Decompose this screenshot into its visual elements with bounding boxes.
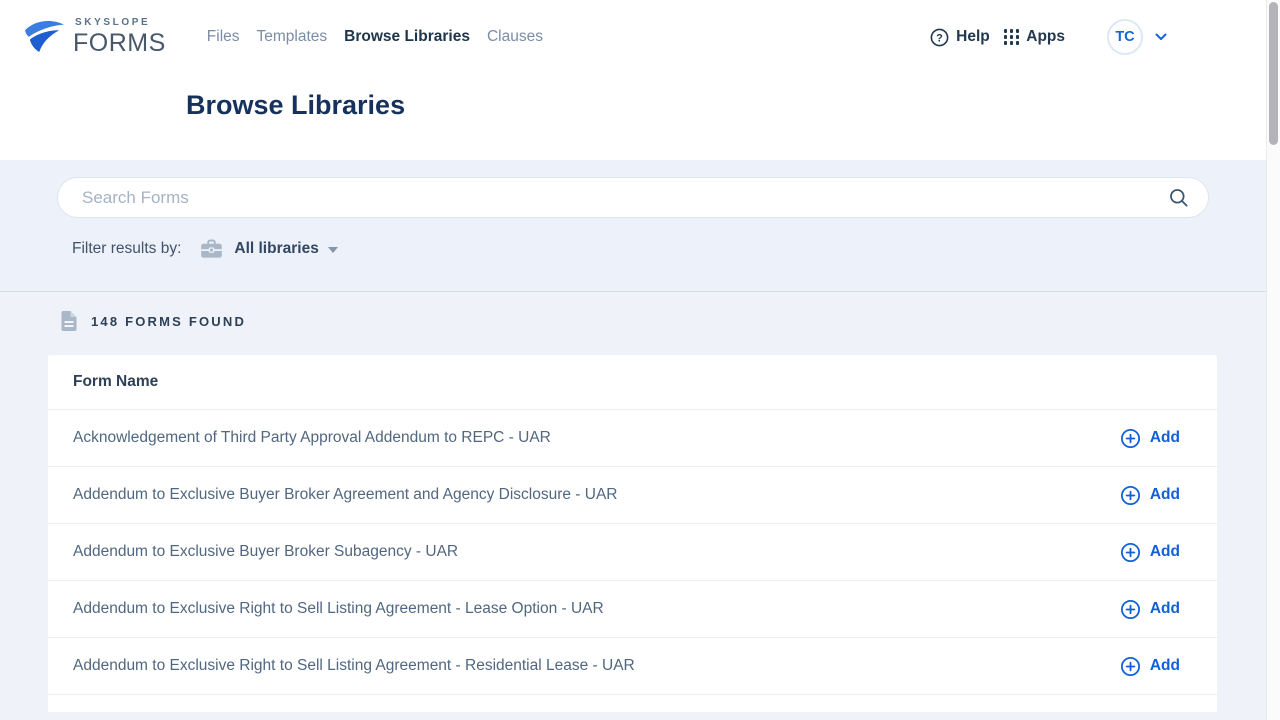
logo-line2: FORMS (73, 31, 166, 56)
add-button-label: Add (1150, 600, 1180, 618)
add-form-button[interactable]: Add (1120, 428, 1180, 449)
apps-label: Apps (1026, 28, 1065, 46)
logo-line1: SKYSLOPE (75, 18, 166, 28)
search-button[interactable] (1166, 185, 1192, 211)
skyslope-swoosh-icon (22, 18, 66, 57)
header-actions: ? Help Apps TC (930, 19, 1266, 55)
results-section: 148 FORMS FOUND Form Name Acknowledgemen… (0, 292, 1266, 712)
search-icon (1168, 187, 1190, 209)
apps-grid-icon (1004, 29, 1020, 45)
table-row[interactable]: Acknowledgement of Third Party Approval … (48, 409, 1217, 466)
top-bar: SKYSLOPE FORMS Files Templates Browse Li… (0, 0, 1266, 68)
add-form-button[interactable]: Add (1120, 542, 1180, 563)
plus-circle-icon (1120, 599, 1141, 620)
filter-row: Filter results by: All libraries (72, 239, 1266, 259)
header: SKYSLOPE FORMS Files Templates Browse Li… (0, 0, 1266, 160)
logo-text: SKYSLOPE FORMS (73, 18, 166, 56)
search-section: Filter results by: All libraries (0, 160, 1266, 292)
forms-table: Form Name Acknowledgement of Third Party… (48, 355, 1217, 712)
table-row[interactable]: Addendum to Exclusive Right to Sell List… (48, 637, 1217, 694)
add-button-label: Add (1150, 657, 1180, 675)
nav-item-files[interactable]: Files (207, 24, 240, 50)
add-form-button[interactable]: Add (1120, 485, 1180, 506)
forms-found-count: 148 FORMS FOUND (91, 314, 246, 329)
svg-text:?: ? (936, 32, 943, 44)
add-button-label: Add (1150, 543, 1180, 561)
search-bar (57, 177, 1209, 218)
table-row[interactable]: Addendum to Exclusive Buyer Broker Subag… (48, 523, 1217, 580)
table-row-partial (48, 694, 1217, 712)
form-name: Addendum to Exclusive Right to Sell List… (73, 657, 635, 675)
add-button-label: Add (1150, 486, 1180, 504)
table-row[interactable]: Addendum to Exclusive Buyer Broker Agree… (48, 466, 1217, 523)
user-avatar[interactable]: TC (1107, 19, 1143, 55)
page-scrollbar[interactable] (1266, 0, 1280, 720)
plus-circle-icon (1120, 428, 1141, 449)
page-title: Browse Libraries (186, 90, 1266, 121)
plus-circle-icon (1120, 542, 1141, 563)
help-button[interactable]: ? Help (930, 28, 990, 47)
results-count-row: 148 FORMS FOUND (60, 310, 1266, 332)
skyslope-forms-logo[interactable]: SKYSLOPE FORMS (22, 18, 166, 57)
scrollbar-thumb[interactable] (1269, 2, 1278, 145)
nav-item-browse-libraries[interactable]: Browse Libraries (344, 24, 470, 50)
nav-item-clauses[interactable]: Clauses (487, 24, 543, 50)
add-form-button[interactable]: Add (1120, 656, 1180, 677)
library-filter-value: All libraries (234, 240, 318, 258)
form-name: Addendum to Exclusive Buyer Broker Subag… (73, 543, 458, 561)
account-menu-chevron-icon[interactable] (1154, 32, 1168, 42)
add-button-label: Add (1150, 429, 1180, 447)
add-form-button[interactable]: Add (1120, 599, 1180, 620)
table-row[interactable]: Addendum to Exclusive Right to Sell List… (48, 580, 1217, 637)
form-name: Acknowledgement of Third Party Approval … (73, 429, 551, 447)
main-nav: Files Templates Browse Libraries Clauses (207, 24, 543, 50)
nav-item-templates[interactable]: Templates (257, 24, 328, 50)
briefcase-icon (200, 239, 223, 259)
app-root: SKYSLOPE FORMS Files Templates Browse Li… (0, 0, 1266, 720)
dropdown-caret-icon (328, 247, 338, 253)
document-icon (60, 310, 78, 332)
form-name: Addendum to Exclusive Right to Sell List… (73, 600, 604, 618)
plus-circle-icon (1120, 656, 1141, 677)
column-header-form-name: Form Name (73, 373, 158, 391)
help-question-icon: ? (930, 28, 949, 47)
library-filter-dropdown[interactable]: All libraries (234, 240, 337, 258)
form-name: Addendum to Exclusive Buyer Broker Agree… (73, 486, 617, 504)
apps-button[interactable]: Apps (1004, 28, 1065, 46)
table-header-row: Form Name (48, 355, 1217, 409)
help-label: Help (956, 28, 990, 46)
filter-label: Filter results by: (72, 240, 181, 258)
search-input[interactable] (82, 188, 1166, 208)
plus-circle-icon (1120, 485, 1141, 506)
